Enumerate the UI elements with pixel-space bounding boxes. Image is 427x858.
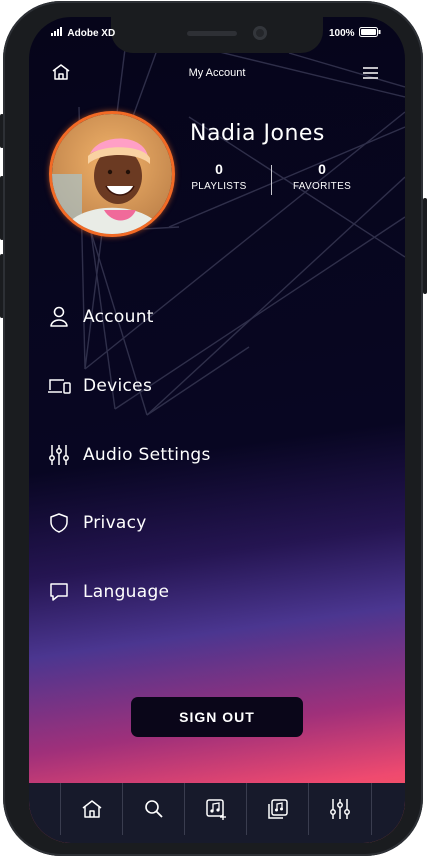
stat-favorites[interactable]: 0 FAVORITES xyxy=(282,161,362,192)
stat-divider xyxy=(271,165,272,195)
tab-library[interactable] xyxy=(246,783,309,835)
header-menu-button[interactable] xyxy=(363,65,381,81)
tab-add-music[interactable] xyxy=(184,783,247,835)
menu-item-language[interactable]: Language xyxy=(47,575,347,609)
side-button-right xyxy=(423,198,427,294)
page-title: My Account xyxy=(188,67,246,79)
library-icon xyxy=(268,799,288,819)
sign-out-button[interactable]: SIGN OUT xyxy=(131,697,303,737)
menu-item-label: Devices xyxy=(83,376,153,396)
add-music-icon xyxy=(206,799,226,820)
menu-item-audio-settings[interactable]: Audio Settings xyxy=(47,438,347,472)
chat-icon xyxy=(47,580,71,604)
menu-item-privacy[interactable]: Privacy xyxy=(47,506,347,540)
home-icon xyxy=(82,800,102,818)
screen: Adobe XD 100% My Account Nadia Jones 0 P… xyxy=(29,17,405,843)
equalizer-icon xyxy=(47,443,71,467)
menu-item-label: Audio Settings xyxy=(83,445,211,465)
menu-item-label: Account xyxy=(83,307,154,327)
menu-item-label: Language xyxy=(83,582,170,602)
menu-icon xyxy=(363,67,378,79)
menu-item-account[interactable]: Account xyxy=(47,300,347,334)
avatar[interactable] xyxy=(49,111,175,237)
devices-icon xyxy=(47,374,71,398)
search-icon xyxy=(145,800,163,818)
tab-home[interactable] xyxy=(60,783,123,835)
avatar-photo xyxy=(52,114,172,234)
battery-icon xyxy=(358,27,381,40)
battery-label: 100% xyxy=(329,28,355,39)
favorites-label: FAVORITES xyxy=(292,181,352,192)
carrier-label: Adobe XD xyxy=(67,28,116,39)
shield-icon xyxy=(47,511,71,535)
tab-equalizer[interactable] xyxy=(308,783,372,835)
camera xyxy=(253,26,267,40)
tab-search[interactable] xyxy=(122,783,185,835)
speaker xyxy=(187,31,237,36)
tab-bar xyxy=(29,783,405,843)
signal-icon xyxy=(51,27,67,39)
playlists-label: PLAYLISTS xyxy=(191,181,247,192)
status-carrier: Adobe XD xyxy=(51,27,115,39)
menu-item-label: Privacy xyxy=(83,513,147,533)
user-name: Nadia Jones xyxy=(190,121,325,146)
stat-playlists[interactable]: 0 PLAYLISTS xyxy=(179,161,259,192)
favorites-count: 0 xyxy=(318,161,326,177)
phone-frame: Adobe XD 100% My Account Nadia Jones 0 P… xyxy=(3,1,423,856)
user-icon xyxy=(47,305,71,329)
playlists-count: 0 xyxy=(215,161,223,177)
notch xyxy=(111,17,323,53)
equalizer-icon xyxy=(330,799,350,819)
menu-item-devices[interactable]: Devices xyxy=(47,369,347,403)
status-battery: 100% xyxy=(329,27,381,40)
